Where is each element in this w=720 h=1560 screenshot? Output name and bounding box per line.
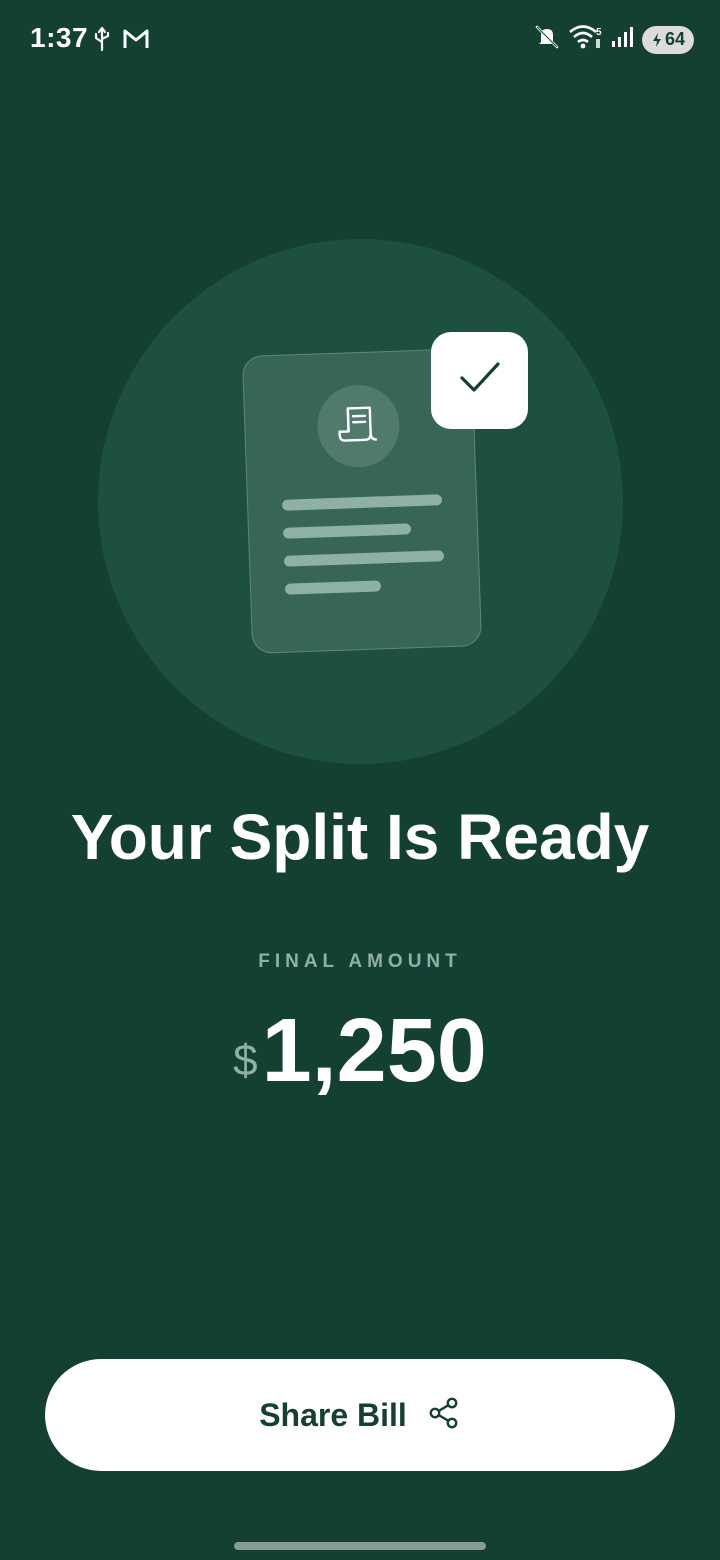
usb-icon xyxy=(92,26,112,57)
gmail-icon xyxy=(122,28,150,55)
mute-icon xyxy=(534,24,560,55)
wifi-icon: 5 xyxy=(568,24,602,55)
receipt-badge xyxy=(315,383,401,469)
card-line xyxy=(283,550,445,567)
card-line xyxy=(281,494,443,511)
card-line xyxy=(284,580,382,595)
status-left-icons xyxy=(92,26,150,57)
status-bar: 1:37 5 64 xyxy=(0,0,720,78)
receipt-icon xyxy=(336,403,382,450)
share-button-label: Share Bill xyxy=(259,1396,407,1433)
status-right-icons: 5 64 xyxy=(534,24,694,55)
battery-level: 64 xyxy=(664,29,686,49)
card-line xyxy=(282,523,412,539)
final-amount-label: FINAL AMOUNT xyxy=(258,951,462,972)
page-title: Your Split Is Ready xyxy=(70,801,650,873)
amount-value: 1,250 xyxy=(261,1001,487,1101)
signal-icon xyxy=(610,25,634,54)
currency-symbol: $ xyxy=(233,1036,258,1085)
check-icon xyxy=(458,360,502,401)
share-icon xyxy=(427,1396,461,1435)
svg-text:5: 5 xyxy=(596,27,602,38)
final-amount: $ 1,250 xyxy=(0,1006,720,1096)
charging-icon xyxy=(652,32,661,47)
battery-indicator: 64 xyxy=(642,25,694,54)
share-bill-button[interactable]: Share Bill xyxy=(45,1359,675,1471)
home-indicator[interactable] xyxy=(234,1542,486,1550)
status-time: 1:37 xyxy=(30,22,89,53)
check-badge xyxy=(431,332,528,429)
